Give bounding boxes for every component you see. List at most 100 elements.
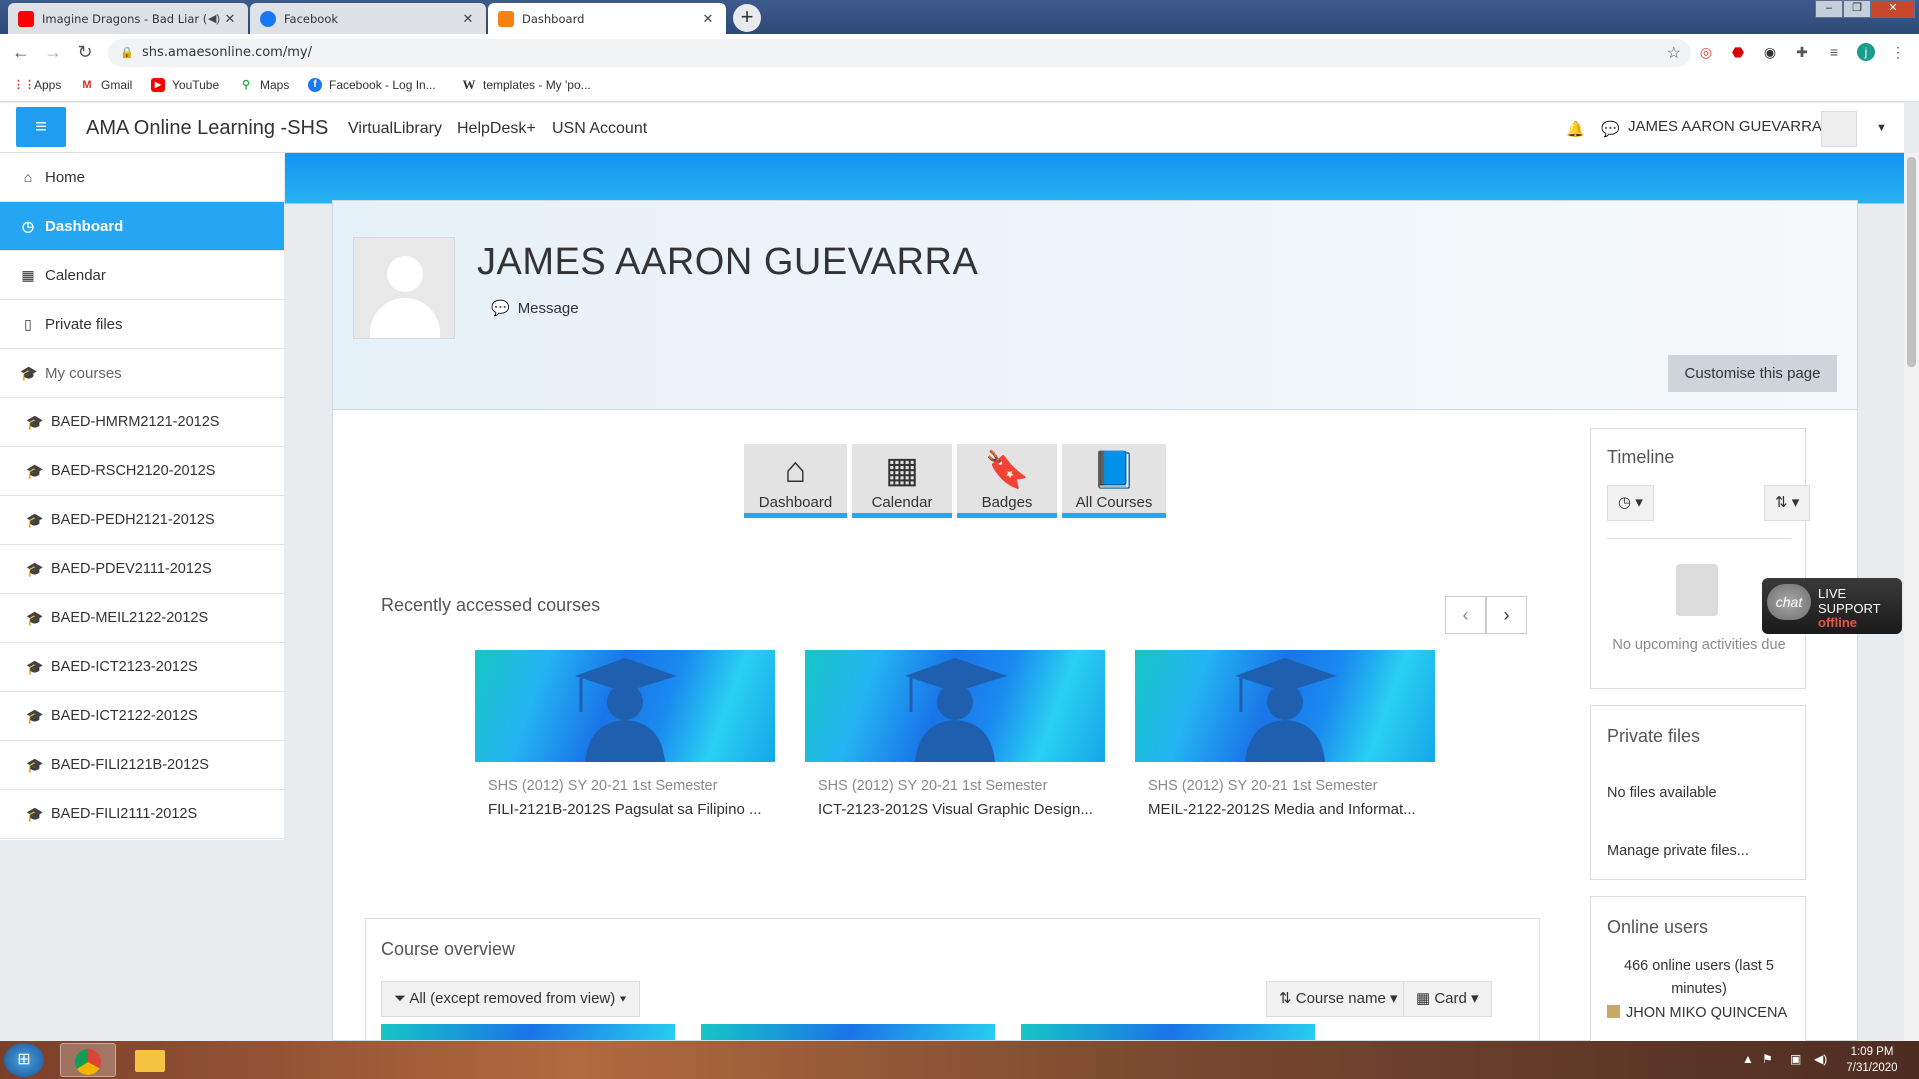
chevron-down-icon[interactable]: ▼ [1876, 122, 1887, 134]
nav-usn-account[interactable]: USN Account [552, 120, 647, 138]
filter-dropdown[interactable]: ⏷ All (except removed from view) ▾ [381, 981, 640, 1017]
bell-icon[interactable]: 🔔 [1566, 120, 1585, 138]
scrollbar-thumb[interactable] [1907, 157, 1916, 367]
drawer-item-private-files[interactable]: ▯ Private files [0, 300, 284, 349]
show-hidden-icons[interactable]: ▲ [1742, 1052, 1754, 1066]
course-name[interactable]: FILI-2121B-2012S Pagsulat sa Filipino ..… [475, 801, 775, 818]
close-tab-icon[interactable]: ✕ [222, 11, 238, 27]
start-button[interactable]: ⊞ [4, 1043, 44, 1077]
close-tab-icon[interactable]: ✕ [700, 11, 716, 27]
lock-icon[interactable]: 🔒 [120, 46, 134, 59]
graduate-silhouette-icon [905, 658, 1007, 762]
file-explorer-icon[interactable] [122, 1043, 178, 1077]
live-support-widget[interactable]: chat LIVE SUPPORT offline [1762, 578, 1902, 634]
course-image[interactable] [475, 650, 775, 762]
adblock-icon[interactable]: ⬣ [1729, 43, 1747, 61]
back-icon[interactable]: ← [9, 40, 33, 64]
url-text[interactable]: shs.amaesonline.com/my/ [142, 45, 312, 60]
course-image[interactable] [805, 650, 1105, 762]
page-scrollbar[interactable] [1904, 153, 1919, 1041]
avatar[interactable] [1821, 111, 1857, 147]
bookmark-gmail[interactable]: M Gmail [80, 78, 132, 92]
course-name[interactable]: ICT-2123-2012S Visual Graphic Design... [805, 801, 1105, 818]
close-tab-icon[interactable]: ✕ [460, 11, 476, 27]
extension-icon[interactable]: ◉ [1761, 43, 1779, 61]
tab-dashboard[interactable]: Dashboard ✕ [488, 3, 726, 34]
drawer-course-item[interactable]: 🎓 BAED-ICT2122-2012S [0, 692, 284, 741]
timeline-filter-dropdown[interactable]: ◷ ▾ [1607, 485, 1654, 521]
online-user-item[interactable]: JHON MIKO QUINCENA [1607, 1005, 1787, 1021]
course-card-image[interactable] [701, 1024, 995, 1040]
course-label: BAED-ICT2123-2012S [51, 659, 198, 675]
drawer-item-my-courses[interactable]: 🎓 My courses [0, 349, 284, 398]
drawer-course-item[interactable]: 🎓 BAED-RSCH2120-2012S [0, 447, 284, 496]
bookmark-facebook[interactable]: f Facebook - Log In... [308, 78, 436, 92]
book-icon: 📘 [1091, 449, 1137, 490]
drawer-course-item[interactable]: 🎓 BAED-ICT2123-2012S [0, 643, 284, 692]
quicklink-dashboard[interactable]: ⌂ Dashboard [744, 444, 847, 518]
menu-toggle-button[interactable]: ≡ [16, 107, 66, 147]
profile-avatar-icon[interactable]: j [1857, 43, 1875, 61]
bookmark-apps[interactable]: ⋮⋮ Apps [13, 78, 61, 92]
course-image[interactable] [1135, 650, 1435, 762]
drawer-course-item[interactable]: 🎓 BAED-PDEV2111-2012S [0, 545, 284, 594]
course-card[interactable]: SHS (2012) SY 20-21 1st Semester ICT-212… [805, 650, 1105, 818]
next-arrow-button[interactable]: › [1486, 596, 1527, 634]
extension-icon[interactable]: ◎ [1697, 43, 1715, 61]
quicklink-calendar[interactable]: ▦ Calendar [852, 444, 952, 518]
nav-virtuallibrary[interactable]: VirtualLibrary [348, 120, 442, 138]
bookmark-star-icon[interactable]: ☆ [1667, 43, 1681, 63]
home-icon: ⌂ [784, 449, 807, 490]
chrome-menu-icon[interactable]: ⋮ [1889, 43, 1907, 61]
calendar-icon: ▦ [21, 266, 35, 283]
timeline-sort-dropdown[interactable]: ⇅ ▾ [1764, 485, 1811, 521]
sort-dropdown[interactable]: ⇅ Course name ▾ [1266, 981, 1411, 1017]
course-card[interactable]: SHS (2012) SY 20-21 1st Semester MEIL-21… [1135, 650, 1435, 818]
maximize-icon[interactable]: ❐ [1843, 0, 1871, 18]
reload-icon[interactable]: ↻ [73, 40, 97, 64]
drawer-item-home[interactable]: ⌂ Home [0, 153, 284, 202]
messages-icon[interactable]: 💬 [1601, 120, 1620, 138]
prev-arrow-button[interactable]: ‹ [1445, 596, 1486, 634]
course-card-image[interactable] [381, 1024, 675, 1040]
drawer-course-item[interactable]: 🎓 BAED-HMRM2121-2012S [0, 398, 284, 447]
course-card[interactable]: SHS (2012) SY 20-21 1st Semester FILI-21… [475, 650, 775, 818]
bookmark-youtube[interactable]: ▶ YouTube [151, 78, 219, 92]
drawer-item-calendar[interactable]: ▦ Calendar [0, 251, 284, 300]
chrome-taskbar-icon[interactable] [60, 1043, 116, 1077]
puzzle-icon[interactable]: ✚ [1793, 43, 1811, 61]
volume-icon[interactable]: ◀) [1814, 1052, 1827, 1066]
drawer-course-item[interactable]: 🎓 BAED-FILI2111-2012S [0, 790, 284, 839]
tab-facebook[interactable]: Facebook ✕ [250, 3, 486, 34]
course-card-image[interactable] [1021, 1024, 1315, 1040]
quicklink-all-courses[interactable]: 📘 All Courses [1062, 444, 1166, 518]
manage-private-files-link[interactable]: Manage private files... [1607, 843, 1749, 859]
view-dropdown[interactable]: ▦ Card ▾ [1403, 981, 1492, 1017]
user-name[interactable]: JAMES AARON GUEVARRA [1628, 118, 1822, 135]
minimize-icon[interactable]: – [1815, 0, 1843, 18]
reading-list-icon[interactable]: ≡ [1825, 43, 1843, 61]
bookmark-templates[interactable]: Wtemplates - My 'po... [462, 78, 591, 93]
address-bar[interactable]: 🔒 shs.amaesonline.com/my/ ☆ [108, 39, 1691, 67]
new-tab-button[interactable]: + [733, 4, 761, 32]
taskbar-clock[interactable]: 1:09 PM 7/31/2020 [1836, 1044, 1908, 1076]
drawer-course-item[interactable]: 🎓 BAED-FILI2121B-2012S [0, 741, 284, 790]
drawer-course-item[interactable]: 🎓 BAED-PEDH2121-2012S [0, 496, 284, 545]
nav-helpdesk[interactable]: HelpDesk+ [457, 120, 536, 138]
drawer-course-item[interactable]: 🎓 BAED-MEIL2122-2012S [0, 594, 284, 643]
customise-page-button[interactable]: Customise this page [1668, 355, 1837, 392]
message-button[interactable]: 💬 Message [491, 299, 579, 317]
forward-icon[interactable]: → [41, 40, 65, 64]
site-name[interactable]: AMA Online Learning -SHS [86, 117, 328, 140]
action-center-flag-icon[interactable]: ⚑ [1762, 1052, 1773, 1066]
speaker-icon[interactable]: ◀) [206, 12, 222, 25]
tab-youtube[interactable]: Imagine Dragons - Bad Liar ( ◀) ✕ [8, 3, 248, 34]
bookmark-maps[interactable]: ⚲ Maps [239, 78, 289, 92]
quicklink-badges[interactable]: 🔖 Badges [957, 444, 1057, 518]
network-icon[interactable]: ▣ [1790, 1052, 1801, 1066]
course-name[interactable]: MEIL-2122-2012S Media and Informat... [1135, 801, 1435, 818]
drawer-item-dashboard[interactable]: ◷ Dashboard [0, 202, 284, 251]
close-window-icon[interactable]: ✕ [1871, 0, 1915, 18]
avatar[interactable] [353, 237, 455, 339]
apps-icon: ⋮⋮ [13, 79, 35, 91]
